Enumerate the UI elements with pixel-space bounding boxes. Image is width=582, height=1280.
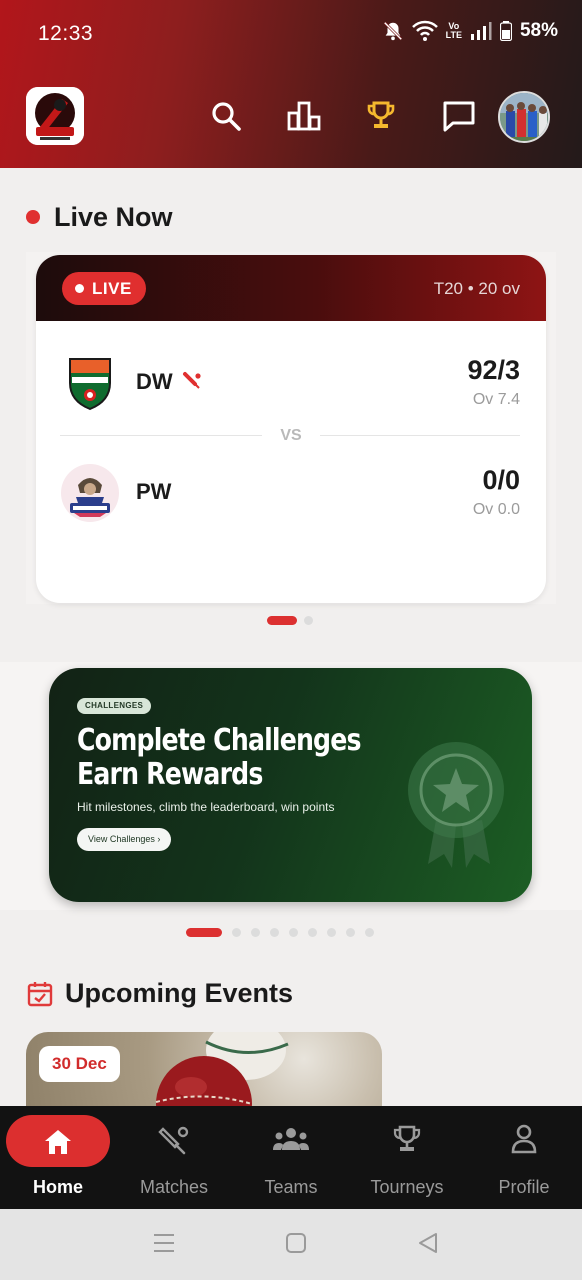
medal-icon: [404, 740, 514, 875]
match-carousel-pager: [267, 616, 313, 625]
person-icon: [466, 1124, 582, 1154]
volte-indicator: Vo LTE: [445, 21, 462, 40]
pager-dot[interactable]: [270, 928, 279, 937]
signal-icon: [470, 21, 492, 41]
live-now-title: Live Now: [54, 202, 173, 232]
battery-level: 58%: [519, 20, 558, 41]
challenges-title-line2: Earn Rewards: [77, 757, 263, 792]
challenges-subtitle: Hit milestones, climb the leaderboard, w…: [77, 800, 335, 814]
bottom-navigation: Home Matches Teams Tourneys Profile: [0, 1106, 582, 1209]
calendar-icon: [27, 981, 53, 1012]
pager-dot[interactable]: [251, 928, 260, 937]
live-badge: LIVE: [62, 272, 146, 305]
nav-item-home[interactable]: Home: [0, 1106, 116, 1209]
pager-dot[interactable]: [304, 616, 313, 625]
nav-label: Profile: [498, 1177, 550, 1197]
back-icon[interactable]: [417, 1231, 439, 1260]
trophy-icon[interactable]: [361, 96, 401, 136]
home-system-icon[interactable]: [285, 1231, 307, 1260]
nav-item-teams[interactable]: Teams: [233, 1106, 349, 1209]
group-icon: [233, 1124, 349, 1154]
team-score: 92/3: [467, 355, 520, 385]
team-row-away: PW 0/0 Ov 0.0: [36, 463, 546, 523]
live-match-card[interactable]: LIVE T20 • 20 ov DW 92/3 Ov 7.4 VS PW 0/…: [36, 255, 546, 603]
nav-label: Tourneys: [370, 1177, 444, 1197]
view-challenges-button[interactable]: View Challenges ›: [77, 828, 172, 851]
vs-label: VS: [280, 427, 302, 444]
wifi-icon: [411, 20, 438, 42]
nav-label: Teams: [264, 1177, 318, 1197]
chat-icon[interactable]: [439, 96, 479, 136]
pager-dot[interactable]: [346, 928, 355, 937]
pager-dot[interactable]: [365, 928, 374, 937]
team-score: 0/0: [482, 465, 520, 495]
promo-carousel-pager: [186, 928, 374, 937]
team-overs: Ov 0.0: [472, 501, 520, 518]
home-icon: [0, 1128, 116, 1156]
pager-dot[interactable]: [308, 928, 317, 937]
team-overs: Ov 7.4: [472, 391, 520, 408]
pager-dot[interactable]: [289, 928, 298, 937]
team-name: PW: [136, 479, 172, 504]
leaderboard-icon[interactable]: [284, 96, 324, 136]
nav-item-matches[interactable]: Matches: [116, 1106, 232, 1209]
match-card-header: LIVE T20 • 20 ov: [36, 255, 546, 321]
cricket-bat-icon: [116, 1124, 232, 1156]
challenges-banner[interactable]: CHALLENGES Complete Challenges Earn Rewa…: [49, 668, 532, 902]
recent-apps-icon[interactable]: [153, 1231, 175, 1260]
user-avatar[interactable]: [498, 91, 550, 143]
challenges-title: Complete Challenges Earn Rewards: [77, 723, 362, 792]
event-date-badge: 30 Dec: [39, 1046, 120, 1082]
search-icon[interactable]: [206, 96, 246, 136]
nav-label: Home: [32, 1177, 83, 1197]
app-header: 12:33 Vo LTE 58%: [0, 0, 582, 168]
pager-dot[interactable]: [232, 928, 241, 937]
team-logo-pw: [60, 463, 120, 523]
team-name: DW: [136, 369, 173, 394]
upcoming-events-title: Upcoming Events: [65, 978, 294, 1008]
pager-dot-active[interactable]: [267, 616, 297, 625]
nav-item-profile[interactable]: Profile: [466, 1106, 582, 1209]
team-logo-dw: [60, 353, 120, 413]
app-logo[interactable]: [26, 87, 84, 145]
system-navigation-bar: [0, 1209, 582, 1280]
live-indicator-dot: [26, 210, 40, 224]
status-time: 12:33: [38, 22, 94, 45]
pager-dot-active[interactable]: [186, 928, 222, 937]
match-format: T20 • 20 ov: [433, 279, 520, 298]
battery-icon: [499, 21, 512, 41]
batting-bat-icon: [181, 370, 203, 397]
challenges-tag: CHALLENGES: [77, 698, 152, 714]
nav-label: Matches: [139, 1177, 209, 1197]
challenges-title-line1: Complete Challenges: [77, 723, 362, 758]
trophy-icon: [349, 1124, 465, 1154]
nav-item-tourneys[interactable]: Tourneys: [349, 1106, 465, 1209]
mute-notifications-icon: [382, 20, 404, 42]
team-row-home: DW 92/3 Ov 7.4: [36, 353, 546, 413]
pager-dot[interactable]: [327, 928, 336, 937]
status-icons: Vo LTE 58%: [382, 20, 558, 42]
status-bar: 12:33 Vo LTE 58%: [0, 0, 582, 70]
vs-divider-right: [320, 435, 520, 436]
